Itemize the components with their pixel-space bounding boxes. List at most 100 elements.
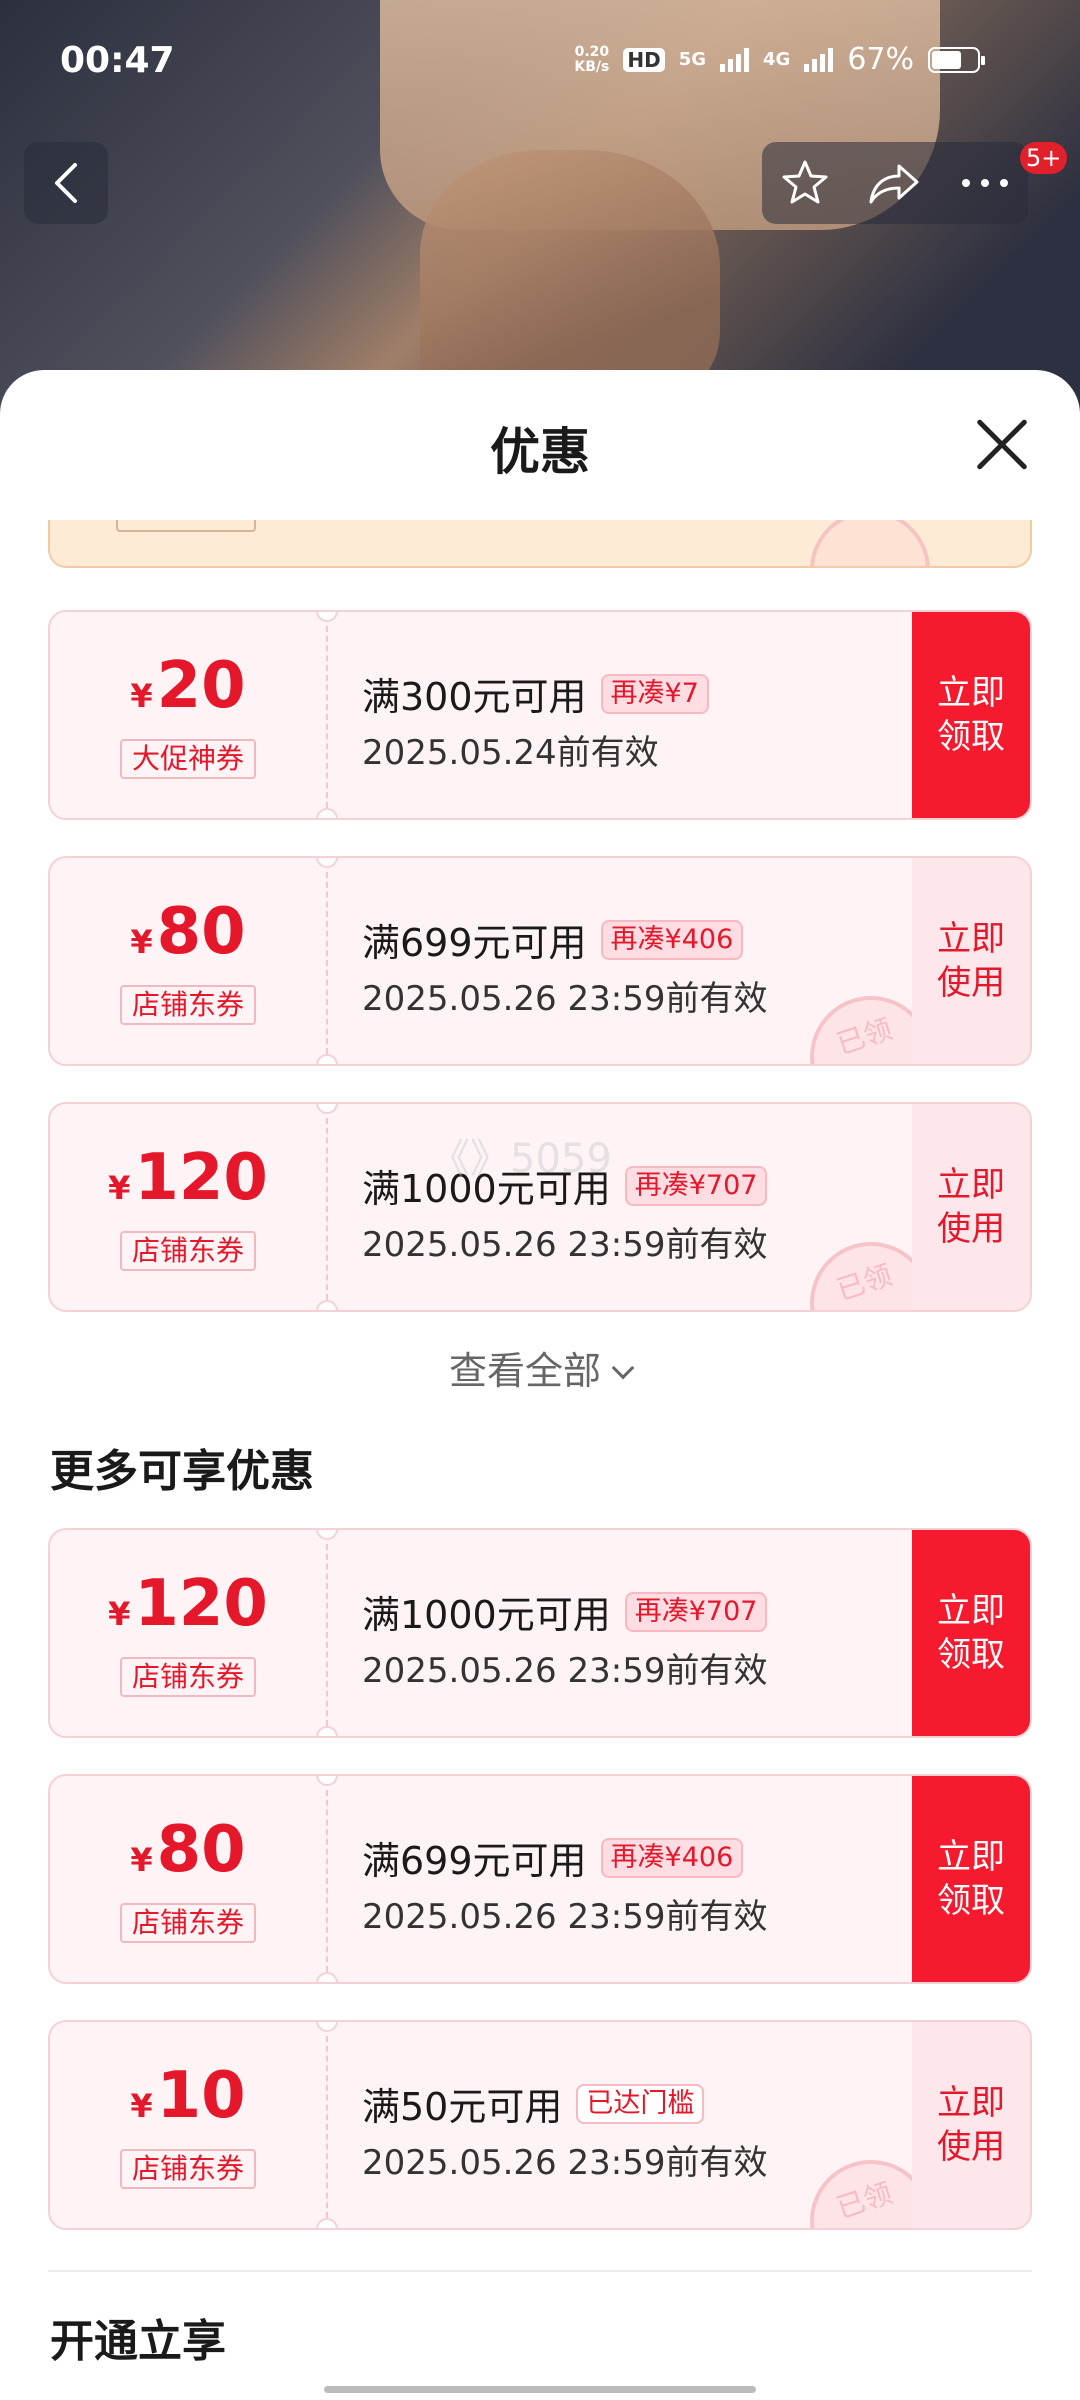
coupon-type-tag-partial (116, 520, 256, 532)
coupon-details: 满50元可用 已达门槛 2025.05.26 23:59前有效 (362, 2076, 922, 2184)
coupon-card: ¥ 20 大促神券 满300元可用 再凑¥7 2025.05.24前有效 立即 … (48, 610, 1032, 820)
more-offers-title: 更多可享优惠 (50, 1446, 314, 1497)
star-icon[interactable] (780, 158, 830, 208)
coupon-notch (316, 1300, 338, 1310)
coupon-type-tag: 店铺东券 (119, 1903, 256, 1943)
coupon-condition: 满300元可用 (362, 675, 587, 719)
coupon-value: 80 (156, 895, 246, 969)
currency-symbol: ¥ (130, 923, 153, 961)
coupon-amount: ¥ 20 (130, 651, 245, 731)
view-all-button[interactable]: 查看全部 (0, 1340, 1080, 1395)
coupon-card: ¥ 10 店铺东券 满50元可用 已达门槛 2025.05.26 23:59前有… (48, 2020, 1032, 2230)
sim1-network-label: 5G (678, 49, 706, 70)
coupon-gap-pill: 再凑¥707 (624, 1591, 768, 1632)
coupon-amount: ¥ 80 (130, 897, 245, 977)
coupon-action-button[interactable]: 立即 领取 (912, 1776, 1030, 1982)
coupon-amount: ¥ 10 (130, 2061, 245, 2141)
coupon-divider (326, 1544, 328, 1726)
coupon-type-tag: 店铺东券 (119, 1657, 256, 1697)
hd-icon: HD (623, 47, 665, 72)
coupon-details: 满699元可用 再凑¥406 2025.05.26 23:59前有效 (362, 1830, 922, 1938)
status-time: 00:47 (60, 40, 175, 81)
status-icons: 0.20 KB/s HD 5G 4G 67% (574, 42, 985, 77)
currency-symbol: ¥ (130, 2087, 153, 2125)
coupon-amount-area: ¥ 20 大促神券 (50, 612, 326, 818)
coupon-amount: ¥ 120 (108, 1569, 268, 1649)
coupon-gap-pill: 已达门槛 (576, 2083, 705, 2124)
top-action-group (762, 142, 1028, 224)
coupon-amount-area: ¥ 120 店铺东券 (50, 1530, 326, 1736)
coupon-divider (326, 626, 328, 808)
coupon-details: 满699元可用 再凑¥406 2025.05.26 23:59前有效 (362, 912, 922, 1020)
sim2-network-label: 4G (763, 49, 791, 70)
coupon-condition: 满50元可用 (362, 2085, 563, 2129)
section-divider (48, 2270, 1032, 2272)
coupon-type-tag: 店铺东券 (119, 985, 256, 1025)
more-icon[interactable] (960, 177, 1010, 189)
coupon-divider (326, 1118, 328, 1300)
battery-icon (928, 46, 985, 73)
coupon-divider (326, 1790, 328, 1972)
claimed-stamp-partial (810, 520, 930, 566)
coupon-value: 120 (134, 1567, 268, 1641)
coupon-gap-pill: 再凑¥707 (624, 1165, 768, 1206)
coupon-details: 满1000元可用 再凑¥707 2025.05.26 23:59前有效 (362, 1158, 922, 1266)
back-button[interactable] (24, 142, 108, 224)
net-speed: 0.20 KB/s (574, 43, 610, 75)
coupon-value: 120 (134, 1141, 268, 1215)
coupon-condition: 满699元可用 (362, 921, 587, 965)
coupon-notch (316, 1054, 338, 1064)
coupon-value: 20 (156, 649, 246, 723)
coupon-card: ¥ 80 店铺东券 满699元可用 再凑¥406 2025.05.26 23:5… (48, 856, 1032, 1066)
coupon-details: 满1000元可用 再凑¥707 2025.05.26 23:59前有效 (362, 1584, 922, 1692)
battery-percent: 67% (847, 42, 914, 77)
coupon-amount-area: ¥ 120 店铺东券 (50, 1104, 326, 1310)
coupon-validity: 2025.05.24前有效 (362, 733, 659, 773)
coupon-amount-area: ¥ 80 店铺东券 (50, 1776, 326, 1982)
coupon-action-button[interactable]: 立即 使用 (912, 858, 1030, 1064)
coupon-action-button[interactable]: 立即 领取 (912, 1530, 1030, 1736)
currency-symbol: ¥ (108, 1595, 131, 1633)
currency-symbol: ¥ (108, 1169, 131, 1207)
coupon-notch (316, 2218, 338, 2228)
coupon-amount-area: ¥ 10 店铺东券 (50, 2022, 326, 2228)
coupon-gap-pill: 再凑¥406 (600, 1837, 744, 1878)
share-icon[interactable] (867, 160, 923, 206)
coupon-amount: ¥ 80 (130, 1815, 245, 1895)
coupon-condition: 满1000元可用 (362, 1167, 611, 1211)
notification-badge: 5+ (1020, 142, 1068, 174)
coupon-type-tag: 大促神券 (119, 739, 256, 779)
coupon-card-partial (48, 520, 1032, 568)
coupon-value: 80 (156, 1813, 246, 1887)
coupon-notch (316, 1726, 338, 1736)
sheet-title: 优惠 (490, 423, 590, 481)
status-bar: 00:47 0.20 KB/s HD 5G 4G 67% (0, 0, 1080, 110)
coupon-card: ¥ 120 店铺东券 满1000元可用 再凑¥707 2025.05.26 23… (48, 1102, 1032, 1312)
coupon-action-button[interactable]: 立即 使用 (912, 1104, 1030, 1310)
signal-icon (804, 47, 834, 72)
coupon-notch (316, 1972, 338, 1982)
coupon-divider (326, 2036, 328, 2218)
coupon-validity: 2025.05.26 23:59前有效 (362, 1651, 768, 1691)
coupon-action-button[interactable]: 立即 使用 (912, 2022, 1030, 2228)
coupon-condition: 满1000元可用 (362, 1593, 611, 1637)
back-arrow-icon (55, 163, 77, 203)
coupon-divider (326, 872, 328, 1054)
coupon-type-tag: 店铺东券 (119, 2149, 256, 2189)
coupon-amount: ¥ 120 (108, 1143, 268, 1223)
home-indicator[interactable] (324, 2386, 756, 2393)
signal-icon (720, 47, 749, 72)
coupon-amount-area: ¥ 80 店铺东券 (50, 858, 326, 1064)
coupon-gap-pill: 再凑¥406 (600, 919, 744, 960)
coupon-validity: 2025.05.26 23:59前有效 (362, 1897, 768, 1937)
close-button[interactable] (974, 416, 1030, 472)
coupon-type-tag: 店铺东券 (119, 1231, 256, 1271)
coupon-card: ¥ 80 店铺东券 满699元可用 再凑¥406 2025.05.26 23:5… (48, 1774, 1032, 1984)
coupon-action-button[interactable]: 立即 领取 (912, 612, 1030, 818)
coupon-condition: 满699元可用 (362, 1839, 587, 1883)
coupon-gap-pill: 再凑¥7 (600, 673, 709, 714)
chevron-down-icon (611, 1356, 635, 1380)
coupon-sheet: 优惠 ¥ 20 大促神券 满300元可用 再凑¥7 2025.05.24前有效 … (0, 370, 1080, 2400)
currency-symbol: ¥ (130, 677, 153, 715)
coupon-card: ¥ 120 店铺东券 满1000元可用 再凑¥707 2025.05.26 23… (48, 1528, 1032, 1738)
